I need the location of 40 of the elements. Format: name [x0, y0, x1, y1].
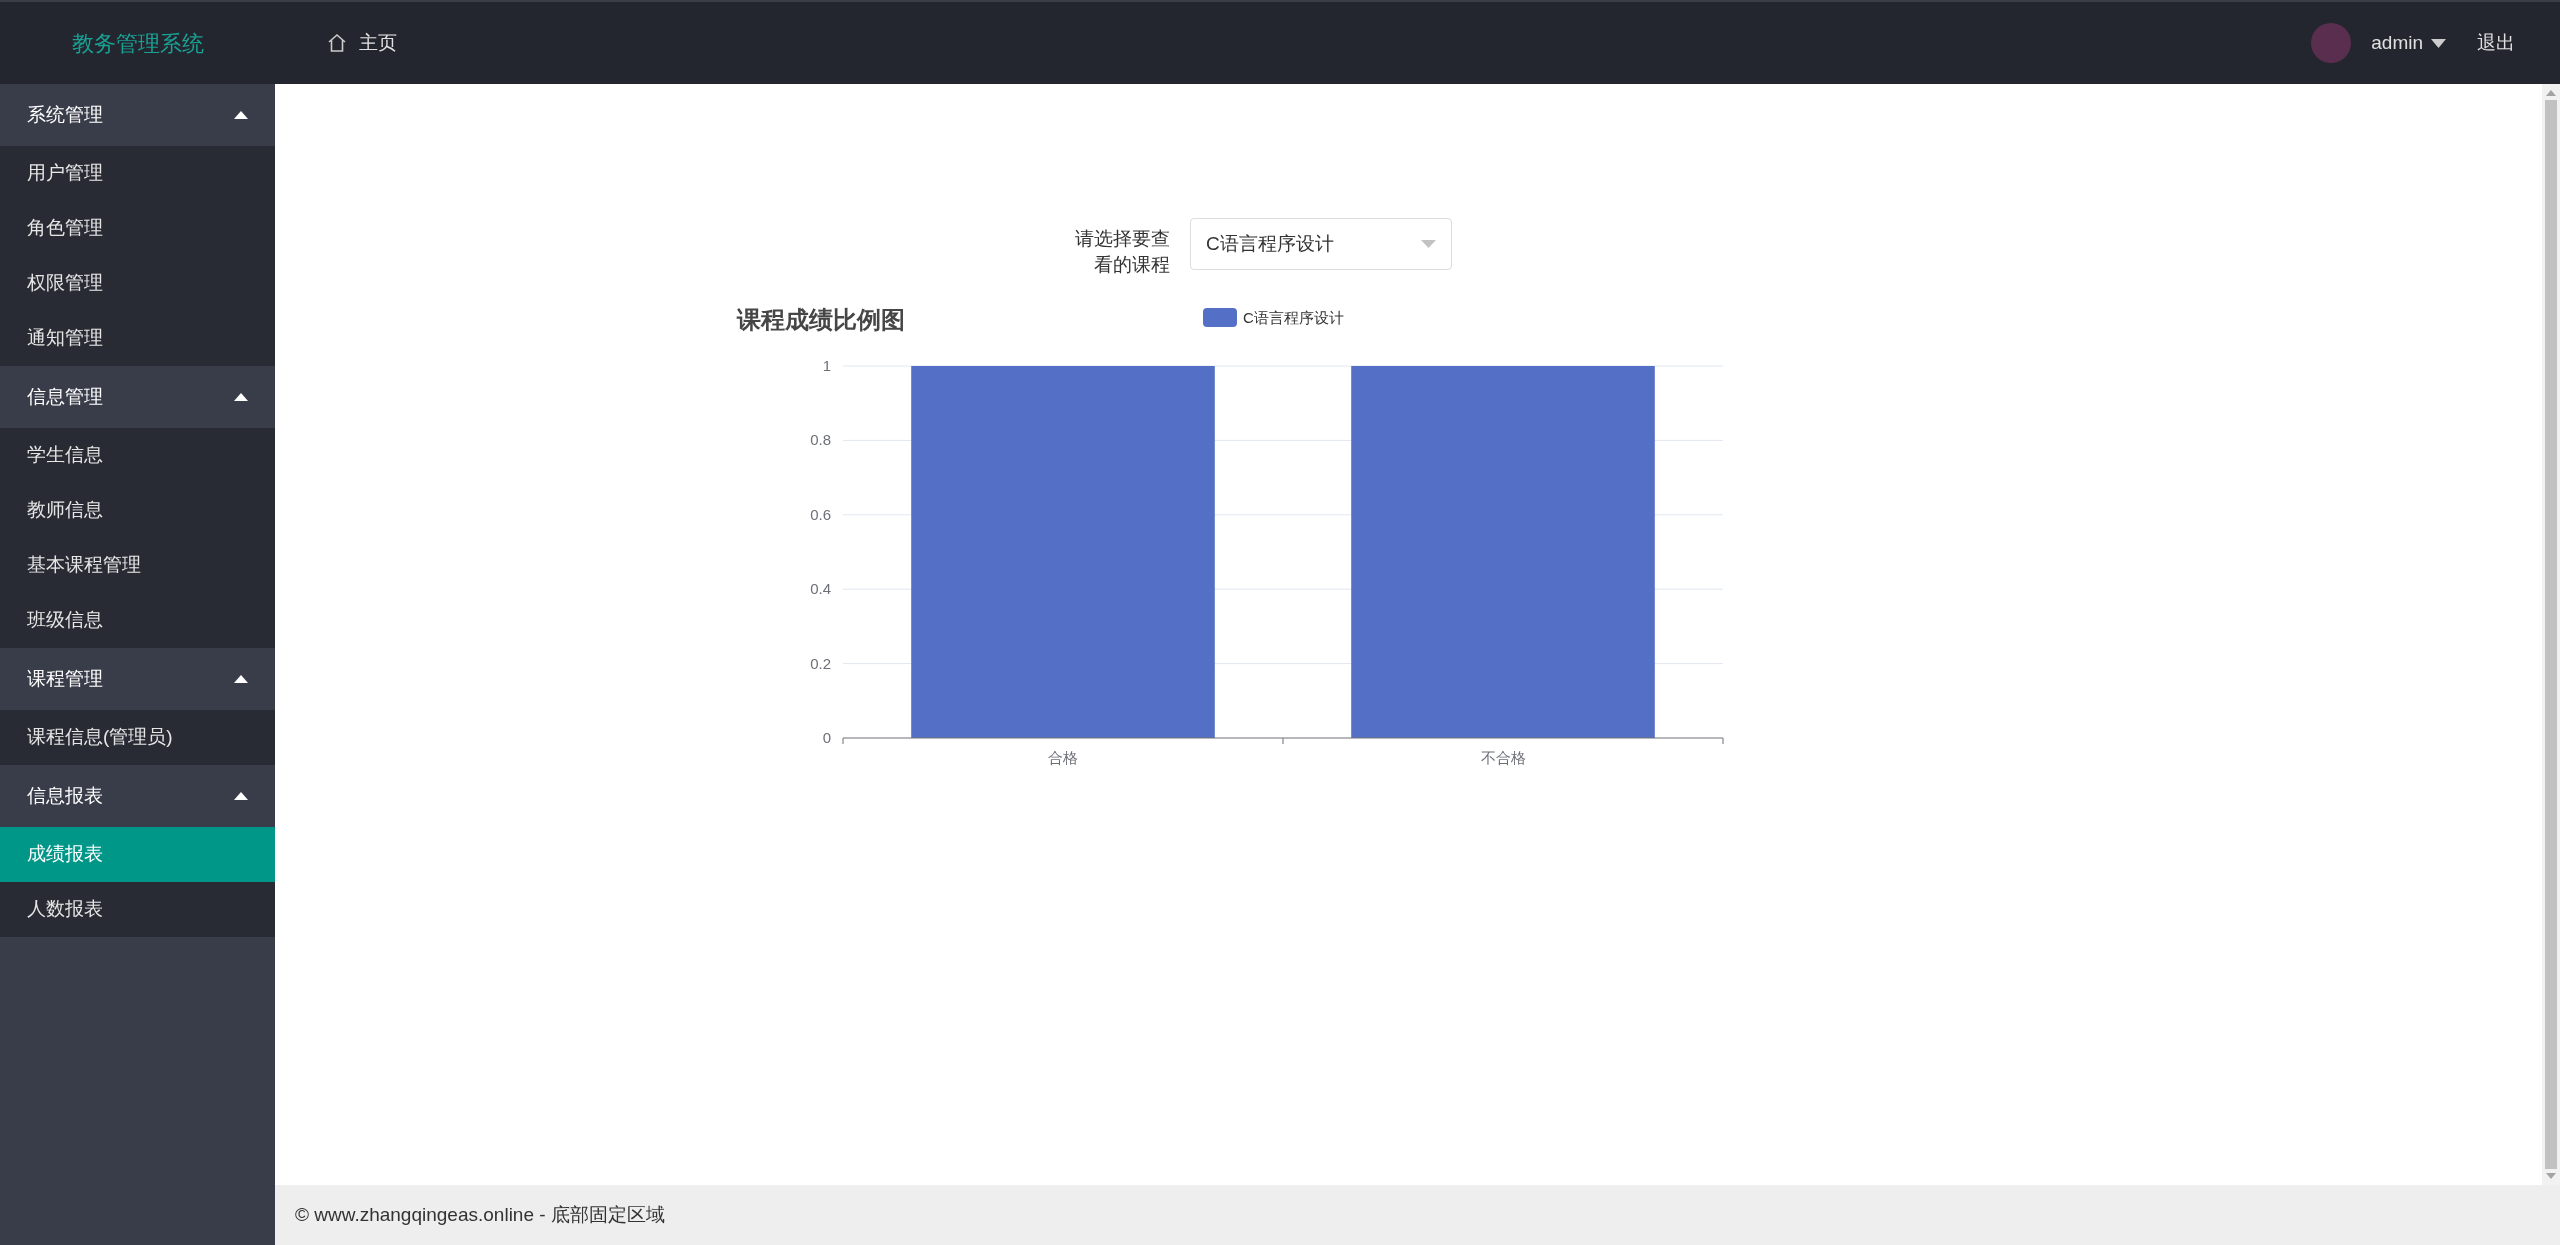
course-select[interactable]: C语言程序设计: [1190, 218, 1452, 270]
caret-up-icon: [234, 792, 248, 800]
sidebar-item[interactable]: 课程信息(管理员): [0, 710, 275, 765]
select-label: 请选择要查看的课程: [1074, 227, 1170, 277]
avatar[interactable]: [2311, 23, 2352, 63]
logout-link[interactable]: 退出: [2477, 28, 2515, 58]
chart-title: 课程成绩比例图: [737, 306, 905, 333]
caret-down-icon: [2431, 38, 2446, 48]
sidebar-item[interactable]: 学生信息: [0, 428, 275, 483]
sidebar-item[interactable]: 人数报表: [0, 882, 275, 937]
home-icon: [327, 33, 347, 53]
axis-category-label: 合格: [1048, 749, 1078, 766]
sidebar-item[interactable]: 角色管理: [0, 201, 275, 256]
axis-category-label: 不合格: [1480, 749, 1526, 766]
caret-up-icon: [234, 111, 248, 119]
app-title: 教务管理系统: [71, 29, 204, 58]
sidebar-item[interactable]: 教师信息: [0, 483, 275, 538]
axis-tick-label: 0.6: [810, 505, 831, 523]
sidebar-item[interactable]: 通知管理: [0, 311, 275, 366]
footer-text: © www.zhangqingeas.online - 底部固定区域: [295, 1202, 665, 1227]
caret-up-icon: [234, 393, 248, 401]
scrollbar-thumb[interactable]: [2545, 100, 2557, 1169]
legend-swatch: [1203, 308, 1237, 327]
scroll-up-icon[interactable]: [2546, 90, 2556, 96]
caret-down-icon: [1421, 240, 1436, 248]
axis-tick-label: 0.8: [810, 431, 831, 449]
sidebar-item[interactable]: 权限管理: [0, 256, 275, 311]
sidebar-item[interactable]: 用户管理: [0, 146, 275, 201]
user-menu[interactable]: admin: [2371, 28, 2446, 58]
scroll-down-icon[interactable]: [2546, 1173, 2556, 1179]
legend-label: C语言程序设计: [1243, 309, 1344, 326]
sidebar-item[interactable]: 班级信息: [0, 593, 275, 648]
sidebar-item[interactable]: 基本课程管理: [0, 538, 275, 593]
sidebar-item[interactable]: 成绩报表: [0, 827, 275, 882]
axis-tick-label: 0.2: [810, 654, 831, 672]
home-link[interactable]: 主页: [327, 28, 397, 58]
caret-up-icon: [234, 675, 248, 683]
axis-tick-label: 0.4: [810, 580, 831, 598]
axis-tick-label: 1: [822, 357, 831, 374]
axis-tick-label: 0: [822, 729, 831, 746]
